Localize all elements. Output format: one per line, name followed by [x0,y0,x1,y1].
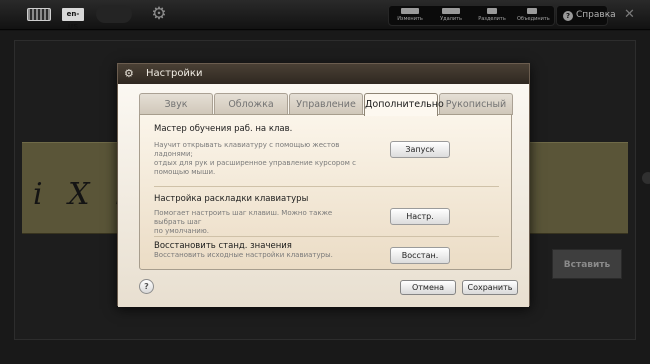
settings-dialog: ⚙ Настройки Звук Обложка Управление Допо… [117,63,530,307]
layout-section: Настройка раскладки клавиатуры Помогает … [154,194,499,239]
launch-button[interactable]: Запуск [390,141,450,158]
tab-handwriting[interactable]: Рукописный [439,93,513,115]
restore-section: Восстановить станд. значения Восстановит… [154,241,499,271]
merge-icon [527,8,537,14]
tab-skin[interactable]: Обложка [214,93,288,115]
tutorial-title: Мастер обучения раб. на клав. [154,124,293,134]
delete-tool-label: Удалить [440,16,462,22]
language-badge[interactable]: en-US [62,8,84,31]
edit-tool-label: Изменить [397,16,423,22]
dialog-titlebar[interactable]: ⚙ Настройки [118,64,529,84]
tab-advanced[interactable]: Дополнительно [364,93,444,116]
close-icon[interactable]: ✕ [624,8,635,21]
tutorial-desc-line: Научит открывать клавиатуру с помощью же… [154,141,340,158]
dialog-body: Звук Обложка Управление Дополнительно Ру… [118,84,529,307]
restore-button[interactable]: Восстан. [390,247,450,264]
configure-button[interactable]: Настр. [390,208,450,225]
edit-tool-button[interactable]: Изменить [395,8,425,25]
split-icon [487,8,497,14]
help-button[interactable]: ? Справка [556,5,616,26]
gear-icon: ⚙ [124,67,134,80]
tutorial-section: Мастер обучения раб. на клав. Научит отк… [154,124,499,184]
tab-control[interactable]: Управление [289,93,363,115]
tutorial-description: Научит открывать клавиатуру с помощью же… [154,141,359,177]
edit-icon [401,8,419,14]
delete-icon [442,8,460,14]
restore-description: Восстановить исходные настройки клавиату… [154,251,359,260]
cancel-button[interactable]: Отмена [400,280,456,295]
tutorial-desc-line: помощью мыши. [154,168,216,176]
layout-title: Настройка раскладки клавиатуры [154,194,309,204]
mode-toggle[interactable] [96,5,132,23]
tutorial-desc-line: отдых для рук и расширенное управление к… [154,159,356,167]
question-icon: ? [563,11,573,21]
help-label: Справка [576,10,616,20]
split-tool-button[interactable]: Разделить [477,8,507,25]
section-divider [154,236,499,237]
dialog-help-button[interactable]: ? [139,279,154,294]
merge-tool-button[interactable]: Объединить [517,8,550,25]
top-toolbar: en-US ⚙ Изменить Удалить Разделить Объед… [0,0,650,31]
advanced-tab-panel: Мастер обучения раб. на клав. Научит отк… [139,114,512,270]
restore-title: Восстановить станд. значения [154,241,292,251]
split-tool-label: Разделить [478,16,506,22]
layout-desc-line: Помогает настроить шаг клавиш. Можно так… [154,209,333,226]
edit-tools-group: Изменить Удалить Разделить Объединить [388,5,555,26]
arrow-icon[interactable] [642,172,650,184]
merge-tool-label: Объединить [517,16,550,22]
insert-button[interactable]: Вставить [552,249,622,279]
layout-desc-line: по умолчанию. [154,227,209,235]
section-divider [154,186,499,187]
save-button[interactable]: Сохранить [462,280,518,295]
delete-tool-button[interactable]: Удалить [436,8,466,25]
layout-description: Помогает настроить шаг клавиш. Можно так… [154,209,359,236]
keyboard-icon[interactable] [27,8,51,21]
tab-sound[interactable]: Звук [139,93,213,115]
dialog-title: Настройки [146,68,203,79]
gear-icon[interactable]: ⚙ [150,5,168,23]
restore-desc-line: Восстановить исходные настройки клавиату… [154,251,333,259]
